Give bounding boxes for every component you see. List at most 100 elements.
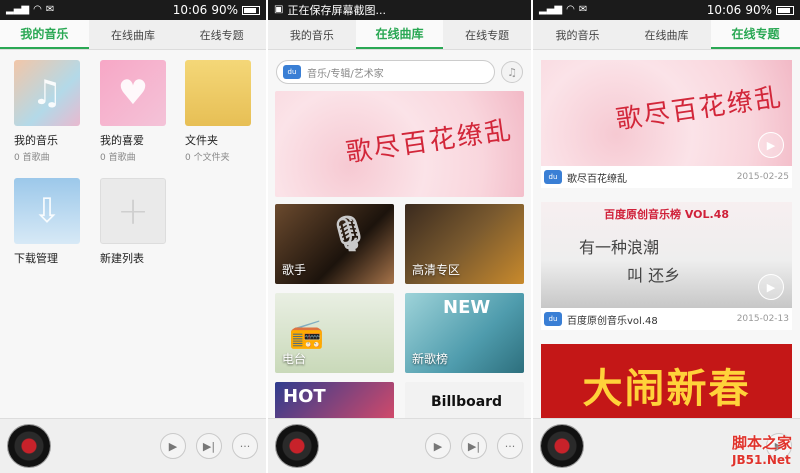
battery-icon: [776, 5, 794, 15]
topic-meta: du 百度原创音乐vol.48 2015-02-13: [541, 308, 792, 330]
search-row: du 音乐/专辑/艺术家 ♫: [276, 60, 523, 84]
microphone-icon: 🎙: [327, 214, 371, 254]
topic-image: 百度原创音乐榜 VOL.48 有一种浪潮 叫 还乡 ▶: [541, 202, 792, 308]
banner-title: 歌尽百花缭乱: [344, 115, 515, 169]
site-watermark: 脚本之家 JB51.Net: [732, 432, 792, 467]
player-bar: ▶ ▶| ···: [268, 418, 531, 473]
search-input[interactable]: du 音乐/专辑/艺术家: [276, 60, 495, 84]
topic-date: 2015-02-25: [736, 172, 789, 182]
tab-bar: 我的音乐 在线曲库 在线专题: [268, 20, 531, 50]
vol-banner-header: 百度原创音乐榜 VOL.48: [604, 208, 729, 221]
category-label: 电台: [282, 352, 307, 366]
tile-new-list[interactable]: + 新建列表: [100, 178, 168, 266]
tab-my-music[interactable]: 我的音乐: [268, 20, 356, 49]
tile-title: 文件夹: [185, 134, 218, 147]
hot-label: HOT: [283, 386, 326, 407]
billboard-label: Billboard: [431, 394, 503, 410]
play-button[interactable]: ▶: [160, 433, 186, 459]
status-bar: ▣ 正在保存屏幕截图...: [268, 0, 531, 20]
status-bar: ▂▄▆ ◠ ✉ 10:06 90%: [533, 0, 800, 20]
topic-title: 百度原创音乐vol.48: [567, 315, 658, 327]
tab-online-library[interactable]: 在线曲库: [89, 20, 178, 49]
next-button[interactable]: ▶|: [461, 433, 487, 459]
tile-title: 新建列表: [100, 252, 144, 265]
wifi-icon: ◠: [566, 4, 575, 15]
status-left: ▣ 正在保存屏幕截图...: [274, 2, 386, 18]
vinyl-disc-icon[interactable]: [541, 425, 583, 467]
tile-favorites[interactable]: ♥ 我的喜爱 0 首歌曲: [100, 60, 168, 163]
topic-title: 歌尽百花缭乱: [567, 173, 627, 185]
music-note-icon: ♫: [14, 60, 80, 126]
battery-icon: [242, 5, 260, 15]
screenshot-icon: ▣: [274, 4, 284, 15]
watermark-line2: JB51.Net: [731, 453, 791, 467]
status-icons-left: ▂▄▆ ◠ ✉: [6, 5, 54, 15]
more-button[interactable]: ···: [232, 433, 258, 459]
category-label: 高清专区: [412, 263, 461, 277]
watermark-line1: 脚本之家: [731, 434, 792, 452]
tile-title: 我的音乐: [14, 134, 58, 147]
topic-banner-text: 大闹新春: [582, 366, 751, 412]
baidu-logo-icon: du: [544, 170, 562, 184]
music-recognize-icon[interactable]: ♫: [501, 61, 523, 83]
next-button[interactable]: ▶|: [196, 433, 222, 459]
wifi-icon: ◠: [33, 4, 42, 15]
category-radio[interactable]: 📻 电台: [275, 293, 394, 373]
tile-title: 下载管理: [14, 252, 58, 265]
status-time: 10:06: [706, 3, 742, 17]
tab-my-music[interactable]: 我的音乐: [0, 20, 89, 49]
tab-online-topics[interactable]: 在线专题: [443, 20, 531, 49]
vinyl-disc-icon[interactable]: [276, 425, 318, 467]
topic-card[interactable]: 大闹新春: [541, 344, 792, 424]
tab-online-library[interactable]: 在线曲库: [355, 20, 444, 49]
topic-meta: du 歌尽百花缭乱 2015-02-25: [541, 166, 792, 188]
tab-bar: 我的音乐 在线曲库 在线专题: [0, 20, 266, 50]
tab-bar: 我的音乐 在线曲库 在线专题: [533, 20, 800, 50]
topic-banner-text: 歌尽百花缭乱: [614, 82, 785, 136]
status-bar: ▂▄▆ ◠ ✉ 10:06 90%: [0, 0, 266, 20]
play-overlay-icon[interactable]: ▶: [758, 274, 784, 300]
status-battery-text: 90%: [745, 3, 772, 17]
status-battery-text: 90%: [211, 3, 238, 17]
play-button[interactable]: ▶: [425, 433, 451, 459]
panel-my-music: ▂▄▆ ◠ ✉ 10:06 90% 我的音乐 在线曲库 在线专题 ♫ 我的音乐 …: [0, 0, 266, 473]
topic-card[interactable]: 百度原创音乐榜 VOL.48 有一种浪潮 叫 还乡 ▶ du 百度原创音乐vol…: [541, 202, 792, 330]
topic-image: 歌尽百花缭乱 ▶: [541, 60, 792, 166]
category-hd[interactable]: 高清专区: [405, 204, 524, 284]
topic-date: 2015-02-13: [736, 314, 789, 324]
tab-online-topics[interactable]: 在线专题: [177, 20, 266, 49]
tile-subtitle: 0 首歌曲: [100, 153, 136, 163]
vol-banner-line1: 有一种浪潮: [579, 238, 660, 257]
vol-banner-line2: 叫 还乡: [627, 266, 681, 285]
baidu-logo-icon: du: [544, 312, 562, 326]
tab-online-library[interactable]: 在线曲库: [622, 20, 711, 49]
status-message: 正在保存屏幕截图...: [287, 4, 386, 17]
status-icons-left: ▂▄▆ ◠ ✉: [539, 5, 587, 15]
vinyl-disc-icon[interactable]: [8, 425, 50, 467]
heart-icon: ♥: [100, 60, 166, 126]
topic-card[interactable]: 歌尽百花缭乱 ▶ du 歌尽百花缭乱 2015-02-25: [541, 60, 792, 188]
category-hot[interactable]: HOT: [275, 382, 394, 422]
play-overlay-icon[interactable]: ▶: [758, 132, 784, 158]
tab-online-topics[interactable]: 在线专题: [711, 20, 800, 49]
category-label: 新歌榜: [412, 352, 449, 366]
tile-title: 我的喜爱: [100, 134, 144, 147]
category-label: 歌手: [282, 263, 307, 277]
status-right: 10:06 90%: [707, 3, 794, 17]
status-right: 10:06 90%: [173, 3, 260, 17]
search-placeholder: 音乐/专辑/艺术家: [307, 68, 384, 80]
notification-icon: ✉: [578, 4, 588, 15]
category-billboard[interactable]: Billboard: [405, 382, 524, 422]
baidu-logo-icon: du: [283, 65, 301, 79]
tile-subtitle: 0 首歌曲: [14, 153, 50, 163]
featured-banner[interactable]: 歌尽百花缭乱: [275, 91, 524, 197]
tile-download-manager[interactable]: ⇩ 下载管理: [14, 178, 82, 266]
tab-my-music[interactable]: 我的音乐: [533, 20, 622, 49]
category-new-songs[interactable]: NEW 新歌榜: [405, 293, 524, 373]
category-singer[interactable]: 🎙 歌手: [275, 204, 394, 284]
folder-icon: [185, 60, 251, 126]
tile-folders[interactable]: 文件夹 0 个文件夹: [185, 60, 253, 163]
more-button[interactable]: ···: [497, 433, 523, 459]
panel-online-library: ▣ 正在保存屏幕截图... 我的音乐 在线曲库 在线专题 du 音乐/专辑/艺术…: [268, 0, 531, 473]
tile-my-music[interactable]: ♫ 我的音乐 0 首歌曲: [14, 60, 82, 163]
